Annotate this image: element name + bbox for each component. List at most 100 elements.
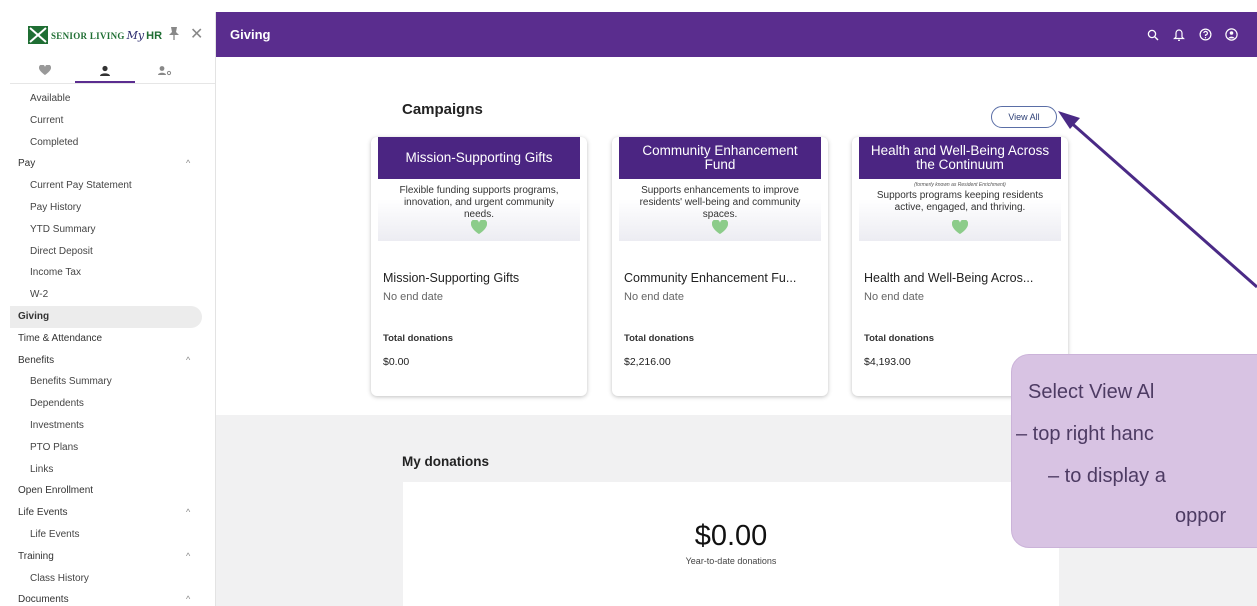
pin-icon[interactable] (168, 26, 180, 43)
sidebar-item-available[interactable]: Available (10, 88, 215, 110)
campaign-total-value: $4,193.00 (864, 356, 911, 368)
sidebar-item-completed[interactable]: Completed (10, 132, 215, 154)
campaign-name: Health and Well-Being Acros... (864, 271, 1034, 285)
logo-text: Senior Living My HR (51, 29, 162, 42)
bell-icon[interactable] (1173, 28, 1187, 41)
sidebar-tabs (10, 58, 215, 84)
view-all-button[interactable]: View All (991, 106, 1057, 128)
page-title: Giving (230, 27, 271, 42)
sidebar-item-benefits[interactable]: Benefits ^ (10, 350, 215, 372)
sidebar-item-life-events[interactable]: Life Events ^ (10, 502, 215, 524)
sidebar-item-open-enrollment[interactable]: Open Enrollment (10, 480, 215, 502)
sidebar-item-investments[interactable]: Investments (10, 415, 215, 437)
campaign-name: Mission-Supporting Gifts (383, 271, 520, 285)
campaign-end-date: No end date (864, 291, 924, 303)
heart-icon (471, 220, 487, 234)
chevron-up-icon[interactable]: ^ (186, 350, 190, 372)
tab-profile[interactable] (75, 58, 135, 83)
sidebar-item-label: Pay History (30, 201, 82, 213)
campaign-banner-description: Flexible funding supports programs, inno… (399, 185, 559, 220)
sidebar-item-label: Life Events (30, 528, 80, 540)
annotation-line-1: Select View Al (1028, 381, 1155, 403)
ytd-amount: $0.00 (694, 520, 768, 552)
sidebar-item-label: YTD Summary (30, 223, 96, 235)
sidebar-item-label: Pay (18, 158, 36, 170)
sidebar-item-benefits-summary[interactable]: Benefits Summary (10, 371, 215, 393)
sidebar-item-time-attendance[interactable]: Time & Attendance (10, 328, 215, 350)
campaign-end-date: No end date (624, 291, 684, 303)
logo-hr: HR (146, 29, 163, 42)
sidebar-item-training[interactable]: Training ^ (10, 546, 215, 568)
sidebar-item-label: Direct Deposit (30, 245, 93, 257)
sidebar-item-label: Benefits Summary (30, 376, 112, 388)
tab-team[interactable] (135, 58, 195, 83)
sidebar-nav: Available Current Completed Pay ^ Current Pay… (10, 84, 215, 606)
sidebar-item-links[interactable]: Links (10, 459, 215, 481)
help-icon[interactable] (1199, 28, 1213, 41)
heart-icon (952, 220, 968, 234)
chevron-up-icon[interactable]: ^ (186, 589, 190, 606)
campaign-total-label: Total donations (383, 333, 454, 344)
sidebar-item-current-pay-statement[interactable]: Current Pay Statement (10, 175, 215, 197)
annotation-line-4: oppor (1175, 505, 1227, 527)
tab-favorites[interactable] (15, 58, 75, 83)
campaign-card[interactable]: Mission-Supporting Gifts Flexible funding… (371, 137, 587, 396)
sidebar-item-pto-plans[interactable]: PTO Plans (10, 437, 215, 459)
campaign-banner-title: Mission-Supporting Gifts (378, 137, 580, 179)
sidebar-item-pay[interactable]: Pay ^ (10, 153, 215, 175)
sidebar-item-label: Time & Attendance (18, 332, 103, 344)
annotation-callout: Select View Al – top right hanc – to dis… (1011, 354, 1257, 548)
sidebar-item-label: Giving (18, 310, 50, 322)
annotation-line-3: – to display a (1048, 465, 1166, 487)
sidebar-item-class-history[interactable]: Class History (10, 568, 215, 590)
sidebar-item-direct-deposit[interactable]: Direct Deposit (10, 241, 215, 263)
logo[interactable]: Senior Living My HR (28, 25, 162, 45)
sidebar-item-label: Investments (30, 419, 84, 431)
heart-icon (38, 63, 52, 77)
campaign-banner: Health and Well-Being Across the Continu… (859, 137, 1061, 241)
sidebar-item-pay-history[interactable]: Pay History (10, 197, 215, 219)
sidebar-item-current[interactable]: Current (10, 110, 215, 132)
sidebar-item-label: Benefits (18, 354, 55, 366)
sidebar-item-w-2[interactable]: W-2 (10, 284, 215, 306)
sidebar-item-label: Available (30, 93, 71, 104)
logo-org: Senior Living (51, 30, 125, 41)
campaign-name: Community Enhancement Fu... (624, 271, 797, 285)
sidebar-item-label: Open Enrollment (18, 485, 94, 497)
sidebar-item-documents[interactable]: Documents ^ (10, 589, 215, 606)
logo-mark-icon (28, 26, 48, 44)
sidebar-header: Senior Living My HR ✕ (10, 12, 215, 58)
sidebar-item-life-events[interactable]: Life Events (10, 524, 215, 546)
search-icon[interactable] (1147, 29, 1161, 41)
my-donations-heading: My donations (402, 454, 489, 469)
sidebar-item-label: Training (18, 550, 54, 562)
campaign-banner: Mission-Supporting Gifts Flexible funding… (378, 137, 580, 241)
campaign-banner-title: Community Enhancement Fund (619, 137, 821, 179)
sidebar-item-label: Class History (30, 572, 89, 584)
campaign-total-value: $0.00 (383, 356, 410, 368)
sidebar-item-ytd-summary[interactable]: YTD Summary (10, 219, 215, 241)
campaign-banner-description: Supports enhancements to improve residen… (639, 185, 801, 220)
heart-icon (712, 220, 728, 234)
campaigns-heading: Campaigns (402, 101, 483, 118)
sidebar-item-label: Documents (18, 594, 69, 606)
chevron-up-icon[interactable]: ^ (186, 153, 190, 175)
chevron-up-icon[interactable]: ^ (186, 502, 190, 524)
top-bar-icons (1147, 12, 1239, 57)
chevron-up-icon[interactable]: ^ (186, 546, 190, 568)
sidebar-item-label: Current (30, 114, 64, 126)
sidebar: Senior Living My HR ✕ Available Current Com… (10, 12, 216, 606)
ytd-donations-panel: $0.00 Year-to-date donations (403, 482, 1059, 606)
campaign-banner: Community Enhancement Fund Supports enhan… (619, 137, 821, 241)
sidebar-item-dependents[interactable]: Dependents (10, 393, 215, 415)
sidebar-item-giving[interactable]: Giving (10, 305, 202, 328)
campaign-card[interactable]: Community Enhancement Fund Supports enhan… (612, 137, 828, 396)
campaign-end-date: No end date (383, 291, 443, 303)
team-icon (157, 63, 173, 77)
account-icon[interactable] (1225, 28, 1239, 41)
close-icon[interactable]: ✕ (190, 24, 203, 44)
person-icon (99, 63, 111, 77)
sidebar-item-label: PTO Plans (30, 441, 79, 453)
campaign-banner-description: Supports programs keeping residents acti… (876, 190, 1044, 213)
sidebar-item-income-tax[interactable]: Income Tax (10, 262, 215, 284)
